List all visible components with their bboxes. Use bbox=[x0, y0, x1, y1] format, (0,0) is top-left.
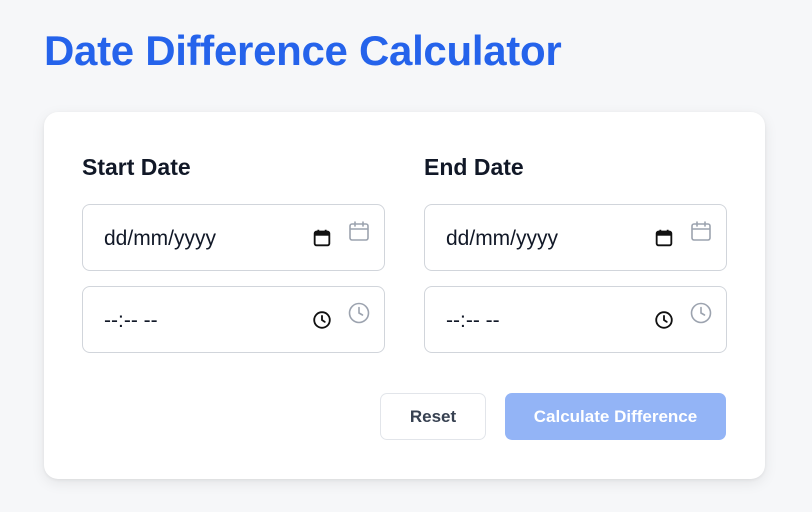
reset-button[interactable]: Reset bbox=[380, 393, 486, 440]
start-date-section: Start Date dd/mm/yyyy --:-- -- bbox=[82, 152, 385, 353]
calculator-card: Start Date dd/mm/yyyy --:-- -- End Date … bbox=[44, 112, 765, 479]
end-date-input[interactable]: dd/mm/yyyy bbox=[424, 204, 727, 271]
calculate-difference-button[interactable]: Calculate Difference bbox=[505, 393, 726, 440]
start-time-value: --:-- -- bbox=[104, 309, 158, 332]
end-time-value: --:-- -- bbox=[446, 309, 500, 332]
end-date-value: dd/mm/yyyy bbox=[446, 227, 559, 250]
end-date-section: End Date dd/mm/yyyy --:-- -- bbox=[424, 152, 727, 353]
clock-picker-icon[interactable] bbox=[653, 309, 675, 331]
calendar-icon bbox=[349, 221, 369, 241]
start-date-heading: Start Date bbox=[82, 154, 191, 180]
calendar-picker-icon[interactable] bbox=[653, 227, 675, 249]
calendar-icon bbox=[691, 221, 711, 241]
start-date-value: dd/mm/yyyy bbox=[104, 227, 217, 250]
start-date-input[interactable]: dd/mm/yyyy bbox=[82, 204, 385, 271]
end-date-heading: End Date bbox=[424, 154, 524, 180]
calendar-picker-icon[interactable] bbox=[311, 227, 333, 249]
clock-picker-icon[interactable] bbox=[311, 309, 333, 331]
end-time-input[interactable]: --:-- -- bbox=[424, 286, 727, 353]
start-time-input[interactable]: --:-- -- bbox=[82, 286, 385, 353]
page-title: Date Difference Calculator bbox=[44, 27, 562, 74]
clock-icon bbox=[690, 302, 712, 324]
clock-icon bbox=[348, 302, 370, 324]
